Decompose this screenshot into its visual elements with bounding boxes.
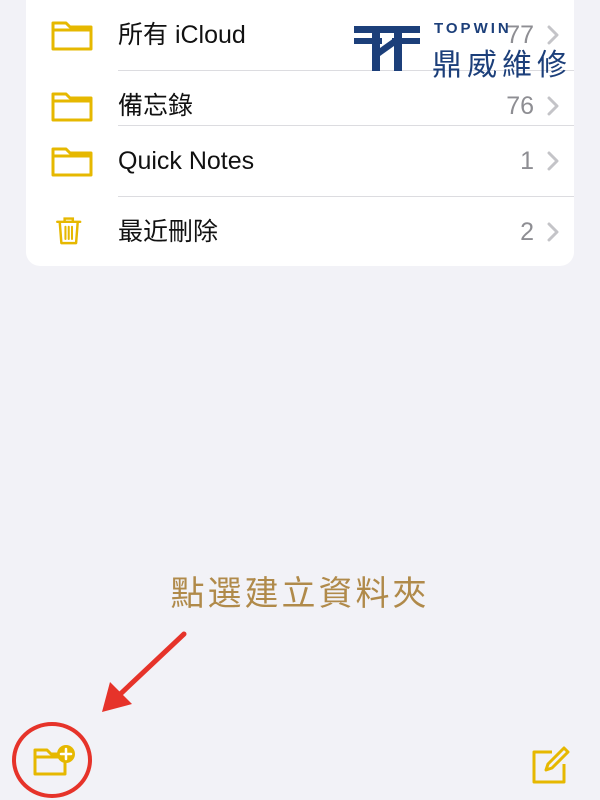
chevron-right-icon xyxy=(547,96,559,116)
compose-icon[interactable] xyxy=(530,746,572,786)
topwin-logo: TOPWIN 鼎威維修 xyxy=(352,10,582,83)
new-folder-icon xyxy=(33,745,75,776)
logo-english-text: TOPWIN xyxy=(434,20,512,37)
folder-count: 1 xyxy=(520,147,534,175)
folder-count: 2 xyxy=(520,218,534,246)
instruction-caption: 點選建立資料夾 xyxy=(170,574,430,614)
folder-name: 最近刪除 xyxy=(118,218,219,246)
new-folder-button[interactable] xyxy=(12,722,92,798)
folder-icon xyxy=(51,147,93,177)
folder-row-recently-deleted[interactable]: 最近刪除 2 xyxy=(26,197,574,267)
folder-name: 所有 iCloud xyxy=(118,21,246,49)
folder-icon xyxy=(51,21,93,51)
folder-name: Quick Notes xyxy=(118,147,255,175)
folder-row-quick-notes[interactable]: Quick Notes 1 xyxy=(26,126,574,196)
pointer-arrow-icon xyxy=(102,631,187,712)
logo-chinese-text: 鼎威維修 xyxy=(432,48,572,83)
trash-icon xyxy=(56,217,82,245)
folder-icon xyxy=(51,92,93,122)
chevron-right-icon xyxy=(547,151,559,171)
chevron-right-icon xyxy=(547,222,559,242)
topwin-logo-mark-icon xyxy=(354,26,420,71)
